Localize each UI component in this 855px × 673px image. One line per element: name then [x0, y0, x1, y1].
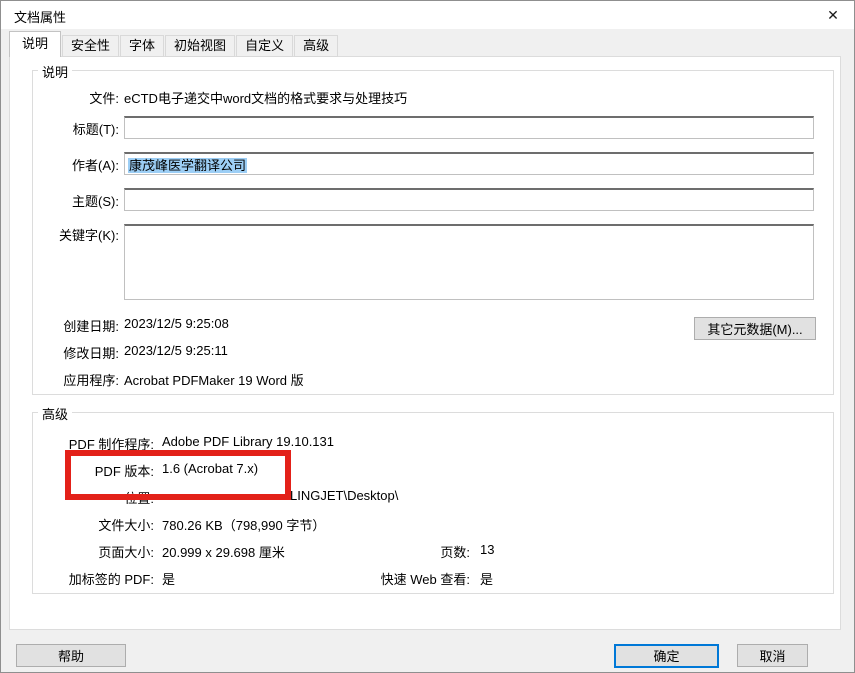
- dialog-title: 文档属性: [14, 7, 66, 26]
- file-row: 文件: eCTD电子递交中word文档的格式要求与处理技巧: [10, 88, 840, 105]
- pdf-producer-value: Adobe PDF Library 19.10.131: [162, 434, 334, 449]
- pagesize-row: 页面大小: 20.999 x 29.698 厘米 页数: 13: [10, 542, 840, 559]
- pagesize-value: 20.999 x 29.698 厘米: [162, 542, 285, 561]
- pagecount-value: 13: [480, 542, 494, 557]
- additional-metadata-button[interactable]: 其它元数据(M)...: [694, 317, 816, 340]
- modified-value: 2023/12/5 9:25:11: [124, 343, 228, 358]
- author-selected-text: 康茂峰医学翻译公司: [128, 158, 247, 173]
- tab-bar: 说明 安全性 字体 初始视图 自定义 高级: [9, 31, 339, 57]
- tab-description[interactable]: 说明: [9, 31, 61, 57]
- red-highlight-annotation: [65, 450, 291, 500]
- tagged-pdf-row: 加标签的 PDF: 是 快速 Web 查看: 是: [10, 569, 840, 586]
- pagesize-label: 页面大小:: [32, 542, 154, 561]
- help-button[interactable]: 帮助: [16, 644, 126, 667]
- created-label: 创建日期:: [32, 316, 119, 335]
- pdf-producer-row: PDF 制作程序: Adobe PDF Library 19.10.131: [10, 434, 840, 451]
- description-group-label: 说明: [38, 62, 72, 81]
- modified-row: 修改日期: 2023/12/5 9:25:11: [10, 343, 840, 360]
- file-value: eCTD电子递交中word文档的格式要求与处理技巧: [124, 88, 407, 107]
- title-input[interactable]: [124, 116, 814, 139]
- filesize-value: 780.26 KB（798,990 字节）: [162, 515, 325, 534]
- tab-advanced[interactable]: 高级: [294, 35, 338, 57]
- description-tab-page: 说明 文件: eCTD电子递交中word文档的格式要求与处理技巧 标题(T): …: [9, 56, 841, 630]
- application-value: Acrobat PDFMaker 19 Word 版: [124, 370, 304, 389]
- fast-web-view-label: 快速 Web 查看:: [340, 569, 470, 588]
- application-row: 应用程序: Acrobat PDFMaker 19 Word 版: [10, 370, 840, 387]
- document-properties-dialog: 文档属性 ✕ 说明 安全性 字体 初始视图 自定义 高级 说明 文件: eCTD…: [0, 0, 855, 673]
- tab-security[interactable]: 安全性: [62, 35, 119, 57]
- cancel-button[interactable]: 取消: [737, 644, 808, 667]
- keywords-label: 关键字(K):: [32, 225, 119, 244]
- tagged-pdf-label: 加标签的 PDF:: [32, 569, 154, 588]
- close-icon[interactable]: ✕: [820, 5, 846, 26]
- tab-fonts[interactable]: 字体: [120, 35, 164, 57]
- keywords-textarea[interactable]: [124, 224, 814, 300]
- author-label: 作者(A):: [32, 155, 119, 174]
- location-value: LINGJET\Desktop\: [290, 488, 398, 503]
- fast-web-view-value: 是: [480, 569, 493, 588]
- modified-label: 修改日期:: [32, 343, 119, 362]
- ok-button[interactable]: 确定: [614, 644, 719, 668]
- title-label: 标题(T):: [32, 119, 119, 138]
- subject-label: 主题(S):: [32, 191, 119, 210]
- filesize-label: 文件大小:: [32, 515, 154, 534]
- subject-input[interactable]: [124, 188, 814, 211]
- application-label: 应用程序:: [32, 370, 119, 389]
- tab-custom[interactable]: 自定义: [236, 35, 293, 57]
- created-value: 2023/12/5 9:25:08: [124, 316, 229, 331]
- tagged-pdf-value: 是: [162, 569, 175, 588]
- filesize-row: 文件大小: 780.26 KB（798,990 字节）: [10, 515, 840, 532]
- advanced-group-label: 高级: [38, 404, 72, 423]
- pagecount-label: 页数:: [340, 542, 470, 561]
- author-input[interactable]: 康茂峰医学翻译公司: [124, 152, 814, 175]
- dialog-client-area: 说明 安全性 字体 初始视图 自定义 高级 说明 文件: eCTD电子递交中wo…: [1, 29, 854, 672]
- file-label: 文件:: [32, 88, 119, 107]
- title-bar: 文档属性 ✕: [1, 1, 854, 29]
- tab-initial-view[interactable]: 初始视图: [165, 35, 235, 57]
